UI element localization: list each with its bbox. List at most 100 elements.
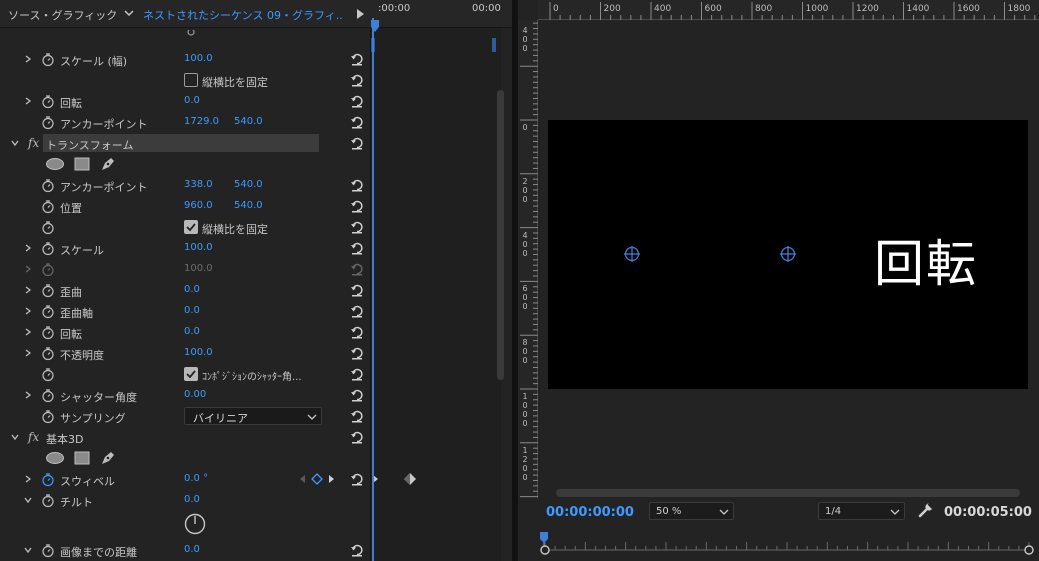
chevron-down-icon[interactable] [120, 4, 138, 22]
vertical-scrollbar[interactable] [497, 90, 504, 380]
mini-timeline-ruler[interactable] [540, 528, 1034, 556]
tab-source-graphic[interactable]: ソース・グラフィック [8, 7, 117, 23]
keyframe-timeline-area[interactable] [371, 28, 501, 561]
chevron-right-icon[interactable] [22, 473, 34, 485]
reset-icon[interactable] [350, 178, 364, 192]
stopwatch-icon[interactable] [41, 388, 55, 403]
horizontal-scrollbar[interactable] [556, 489, 1020, 497]
chevron-down-icon[interactable] [22, 494, 34, 506]
reset-icon[interactable] [350, 543, 364, 557]
prop-value[interactable]: 100.0 [184, 53, 213, 64]
chevron-right-icon[interactable] [22, 242, 34, 254]
ellipse-mask-icon[interactable] [45, 157, 65, 171]
chevron-right-icon[interactable] [22, 305, 34, 317]
panel-column-divider[interactable] [370, 28, 371, 561]
current-timecode[interactable]: 00:00:00:00 [546, 505, 634, 520]
reset-icon[interactable] [350, 136, 364, 150]
chevron-right-icon[interactable] [22, 95, 34, 107]
stopwatch-icon[interactable] [41, 304, 55, 319]
stopwatch-icon[interactable] [41, 409, 55, 424]
prop-value[interactable]: 0.0 [184, 305, 200, 316]
stopwatch-icon[interactable] [41, 178, 55, 193]
prop-value[interactable]: 100.0 [184, 242, 213, 253]
prop-value[interactable]: 0.0 [184, 95, 200, 106]
stopwatch-icon[interactable] [41, 367, 55, 382]
rectangle-mask-icon[interactable] [73, 450, 91, 466]
prop-value-x[interactable]: 338.0 [184, 179, 213, 190]
stopwatch-icon[interactable] [41, 283, 55, 298]
program-canvas[interactable]: 回転 [548, 120, 1028, 389]
pen-mask-icon[interactable] [99, 449, 117, 467]
keyframe-icon[interactable] [403, 472, 417, 486]
reset-icon[interactable] [350, 283, 364, 297]
chevron-right-icon[interactable] [22, 347, 34, 359]
chevron-down-icon[interactable] [9, 137, 21, 149]
playback-resolution-dropdown[interactable]: 1/4 [818, 502, 905, 520]
stopwatch-icon[interactable] [41, 52, 55, 67]
stopwatch-icon[interactable] [41, 241, 55, 256]
chevron-right-icon[interactable] [22, 389, 34, 401]
prop-value[interactable]: 0.0 [184, 544, 200, 555]
chevron-right-icon[interactable] [22, 53, 34, 65]
add-keyframe-icon[interactable] [311, 473, 323, 485]
prev-keyframe-icon[interactable] [298, 474, 306, 484]
reset-icon[interactable] [350, 388, 364, 402]
reset-icon[interactable] [350, 73, 364, 87]
reset-icon[interactable] [350, 115, 364, 129]
lock-aspect-checkbox[interactable] [184, 220, 198, 234]
stopwatch-icon[interactable] [41, 199, 55, 214]
prop-value-y[interactable]: 540.0 [234, 200, 263, 211]
prop-value[interactable]: 0.00 [184, 389, 206, 400]
stopwatch-icon[interactable] [41, 493, 55, 508]
reset-icon[interactable] [350, 52, 364, 66]
stopwatch-icon[interactable] [41, 543, 55, 558]
tab-nested-sequence[interactable]: ネストされたシーケンス 09・グラフィ... [143, 7, 343, 23]
stopwatch-icon-active[interactable] [41, 472, 55, 487]
stopwatch-icon[interactable] [41, 94, 55, 109]
reset-icon[interactable] [350, 325, 364, 339]
reset-icon[interactable] [350, 409, 364, 423]
sampling-dropdown[interactable]: バイリニア [184, 407, 322, 425]
next-keyframe-icon[interactable] [328, 474, 336, 484]
playhead-line[interactable] [372, 18, 374, 561]
fx-badge-icon[interactable]: fx [28, 136, 39, 150]
chevron-down-icon[interactable] [22, 544, 34, 556]
prop-value-x[interactable]: 1729.0 [184, 116, 219, 127]
slider-knob-icon[interactable] [186, 30, 196, 38]
prop-value[interactable]: 100.0 [184, 347, 213, 358]
crosshair-icon[interactable] [780, 246, 796, 262]
stopwatch-icon[interactable] [41, 220, 55, 235]
prop-value[interactable]: 0.0 [184, 326, 200, 337]
playhead-handle-icon[interactable] [371, 20, 379, 32]
angle-dial[interactable] [184, 513, 206, 535]
pen-mask-icon[interactable] [99, 155, 117, 173]
crosshair-icon[interactable] [624, 246, 640, 262]
stopwatch-icon[interactable] [41, 346, 55, 361]
reset-icon[interactable] [350, 304, 364, 318]
lock-aspect-checkbox[interactable] [184, 73, 198, 87]
stopwatch-icon[interactable] [41, 325, 55, 340]
wrench-icon[interactable] [918, 502, 934, 518]
prop-value-y[interactable]: 540.0 [234, 179, 263, 190]
reset-icon[interactable] [350, 94, 364, 108]
comp-shutter-checkbox[interactable] [184, 367, 198, 381]
prop-value[interactable]: 0.0 [184, 284, 200, 295]
prop-value-x[interactable]: 960.0 [184, 200, 213, 211]
chevron-right-icon[interactable] [22, 326, 34, 338]
reset-icon[interactable] [350, 346, 364, 360]
reset-icon[interactable] [350, 367, 364, 381]
chevron-right-icon[interactable] [22, 284, 34, 296]
canvas-title-text[interactable]: 回転 [874, 224, 978, 296]
rectangle-mask-icon[interactable] [73, 156, 91, 172]
prop-value-y[interactable]: 540.0 [234, 116, 263, 127]
reset-icon[interactable] [350, 430, 364, 444]
chevron-down-icon[interactable] [9, 431, 21, 443]
play-triangle-icon[interactable] [355, 7, 367, 21]
ellipse-mask-icon[interactable] [45, 451, 65, 465]
reset-icon[interactable] [350, 220, 364, 234]
reset-icon[interactable] [350, 472, 364, 486]
reset-icon[interactable] [350, 241, 364, 255]
prop-value[interactable]: 0.0 ° [184, 473, 208, 484]
prop-value[interactable]: 0.0 [184, 494, 200, 505]
reset-icon[interactable] [350, 199, 364, 213]
